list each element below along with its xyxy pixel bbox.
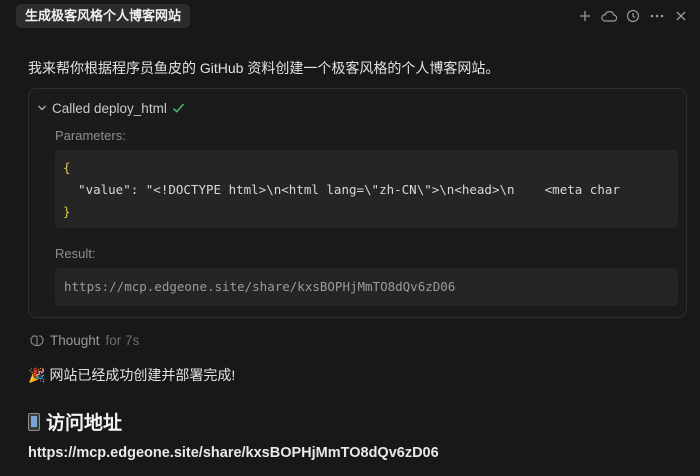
header-actions (574, 6, 692, 26)
parameters-code-block: { "value": "<!DOCTYPE html>\n<html lang=… (55, 150, 678, 228)
mobile-phone-icon (28, 412, 40, 431)
completion-text: 网站已经成功创建并部署完成! (49, 367, 236, 383)
result-label: Result: (55, 246, 96, 261)
brain-icon (30, 334, 44, 346)
chat-header: 生成极客风格个人博客网站 (0, 0, 700, 32)
chat-title[interactable]: 生成极客风格个人博客网站 (16, 4, 191, 28)
tool-call-toggle[interactable]: Called deploy_html (37, 99, 185, 117)
tool-call-card: Called deploy_html Parameters: { "value"… (28, 88, 687, 318)
plus-icon[interactable] (574, 6, 596, 26)
party-popper-icon: 🎉 (28, 366, 46, 383)
site-url-link[interactable]: https://mcp.edgeone.site/share/kxsBOPHjM… (28, 445, 439, 461)
tool-call-label: Called deploy_html (52, 100, 167, 116)
check-icon (172, 103, 184, 113)
completion-message: 🎉 网站已经成功创建并部署完成! (28, 365, 235, 385)
result-value: https://mcp.edgeone.site/share/kxsBOPHjM… (55, 268, 678, 306)
code-value-line: "value": "<!DOCTYPE html>\n<html lang=\"… (63, 182, 620, 197)
more-icon[interactable] (646, 6, 668, 26)
close-icon[interactable] (670, 6, 692, 26)
history-icon[interactable] (622, 6, 644, 26)
code-close-brace: } (63, 204, 71, 219)
chevron-down-icon (38, 105, 46, 111)
thought-toggle[interactable]: Thought for 7s (30, 331, 139, 349)
thought-duration: for 7s (105, 332, 140, 348)
cloud-icon[interactable] (598, 6, 620, 26)
code-open-brace: { (63, 160, 71, 175)
assistant-intro-text: 我来帮你根据程序员鱼皮的 GitHub 资料创建一个极客风格的个人博客网站。 (28, 60, 500, 76)
parameters-label: Parameters: (55, 128, 126, 143)
thought-label: Thought (50, 332, 100, 348)
section-heading: 访问地址 (28, 408, 122, 435)
section-heading-text: 访问地址 (46, 413, 123, 434)
